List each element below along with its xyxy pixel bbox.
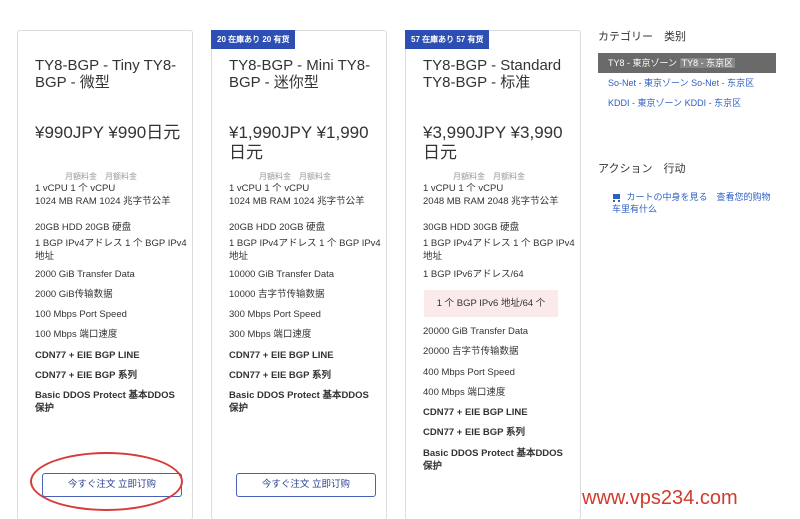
feature-line: CDN77 + EIE BGP LINE <box>35 350 140 361</box>
feature-line-cn: CDN77 + EIE BGP 系列 <box>35 370 137 381</box>
feature-transfer-cn: 20000 吉字节传输数据 <box>423 346 519 357</box>
feature-disk: 20GB HDD 20GB 硬盘 <box>35 222 132 233</box>
feature-cpu: 1 vCPU 1 个 vCPU <box>35 183 116 194</box>
category-item-so-net[interactable]: So-Net - 東京ゾーン So-Net - 东京区 <box>598 73 776 93</box>
category-label-alt: TY8 - 东京区 <box>679 58 736 68</box>
view-cart-label: カートの中身を見る 查看您的购物车里有什么 <box>612 192 771 214</box>
category-label: TY8 - 東京ゾーン <box>608 58 678 68</box>
product-card-mini: 20 在庫あり 20 有货 TY8-BGP - Mini TY8-BGP - 迷… <box>211 30 387 519</box>
product-price: ¥990JPY ¥990日元 <box>35 123 181 142</box>
category-label-alt: So-Net - 东京区 <box>691 78 755 88</box>
feature-line: CDN77 + EIE BGP LINE <box>423 407 528 418</box>
feature-line: CDN77 + EIE BGP LINE <box>229 350 334 361</box>
order-now-button[interactable]: 今すぐ注文 立即订购 <box>236 473 376 497</box>
category-list: TY8 - 東京ゾーン TY8 - 东京区 So-Net - 東京ゾーン So-… <box>598 53 776 113</box>
feature-ipv6: 1 BGP IPv6アドレス/64 <box>423 269 524 280</box>
product-price: ¥1,990JPY ¥1,990日元 <box>229 123 369 162</box>
product-card-tiny: TY8-BGP - Tiny TY8-BGP - 微型 ¥990JPY ¥990… <box>17 30 193 519</box>
feature-ipv4: 1 BGP IPv4アドレス 1 个 BGP IPv4 地址 <box>35 238 187 262</box>
category-item-kddi[interactable]: KDDI - 東京ゾーン KDDI - 东京区 <box>598 93 776 113</box>
feature-transfer: 20000 GiB Transfer Data <box>423 326 529 337</box>
category-label-alt: KDDI - 东京区 <box>684 98 742 108</box>
feature-disk: 20GB HDD 20GB 硬盘 <box>229 222 326 233</box>
feature-line-cn: CDN77 + EIE BGP 系列 <box>229 370 331 381</box>
feature-line-cn: CDN77 + EIE BGP 系列 <box>423 427 525 438</box>
feature-port-speed: 100 Mbps Port Speed <box>35 309 127 320</box>
feature-port-speed-cn: 300 Mbps 端口速度 <box>229 329 312 340</box>
feature-ipv4: 1 BGP IPv4アドレス 1 个 BGP IPv4 地址 <box>229 238 381 262</box>
product-card-standard: 57 在庫あり 57 有货 TY8-BGP - Standard TY8-BGP… <box>405 30 581 519</box>
billing-cycle: 月額料金 月额料金 <box>65 172 137 181</box>
feature-ddos: Basic DDOS Protect 基本DDOS 保护 <box>423 448 563 472</box>
feature-ipv6-highlight: 1 个 BGP IPv6 地址/64 个 <box>424 290 558 317</box>
product-title: TY8-BGP - Mini TY8-BGP - 迷你型 <box>229 57 371 91</box>
feature-port-speed: 300 Mbps Port Speed <box>229 309 321 320</box>
category-item-ty8[interactable]: TY8 - 東京ゾーン TY8 - 东京区 <box>598 53 776 73</box>
cart-icon <box>612 194 621 202</box>
product-title: TY8-BGP - Standard TY8-BGP - 标准 <box>423 57 562 91</box>
billing-cycle: 月額料金 月额料金 <box>453 172 525 181</box>
product-price: ¥3,990JPY ¥3,990日元 <box>423 123 563 162</box>
feature-ddos: Basic DDOS Protect 基本DDOS 保护 <box>35 390 175 414</box>
feature-transfer-cn: 10000 吉字节传输数据 <box>229 289 325 300</box>
view-cart-link[interactable]: カートの中身を見る 查看您的购物车里有什么 <box>612 191 772 215</box>
watermark: www.vps234.com <box>582 487 738 509</box>
order-now-button[interactable]: 今すぐ注文 立即订购 <box>42 473 182 497</box>
feature-ram: 2048 MB RAM 2048 兆字节公羊 <box>423 196 559 207</box>
feature-disk: 30GB HDD 30GB 硬盘 <box>423 222 520 233</box>
feature-cpu: 1 vCPU 1 个 vCPU <box>423 183 504 194</box>
feature-ram: 1024 MB RAM 1024 兆字节公羊 <box>35 196 171 207</box>
stock-badge: 57 在庫あり 57 有货 <box>405 30 490 49</box>
feature-transfer: 2000 GiB Transfer Data <box>35 269 135 280</box>
category-heading: カテゴリー 类别 <box>598 31 686 43</box>
product-title: TY8-BGP - Tiny TY8-BGP - 微型 <box>35 57 177 91</box>
category-label: KDDI - 東京ゾーン <box>608 98 683 108</box>
feature-port-speed-cn: 100 Mbps 端口速度 <box>35 329 118 340</box>
feature-cpu: 1 vCPU 1 个 vCPU <box>229 183 310 194</box>
feature-transfer: 10000 GiB Transfer Data <box>229 269 335 280</box>
billing-cycle: 月額料金 月额料金 <box>259 172 331 181</box>
feature-ipv4: 1 BGP IPv4アドレス 1 个 BGP IPv4 地址 <box>423 238 575 262</box>
action-heading: アクション 行动 <box>598 163 686 175</box>
category-label: So-Net - 東京ゾーン <box>608 78 689 88</box>
feature-ram: 1024 MB RAM 1024 兆字节公羊 <box>229 196 365 207</box>
feature-port-speed: 400 Mbps Port Speed <box>423 367 515 378</box>
stock-badge: 20 在庫あり 20 有货 <box>211 30 296 49</box>
feature-ddos: Basic DDOS Protect 基本DDOS 保护 <box>229 390 369 414</box>
feature-port-speed-cn: 400 Mbps 端口速度 <box>423 387 506 398</box>
feature-transfer-cn: 2000 GiB传输数据 <box>35 289 113 300</box>
